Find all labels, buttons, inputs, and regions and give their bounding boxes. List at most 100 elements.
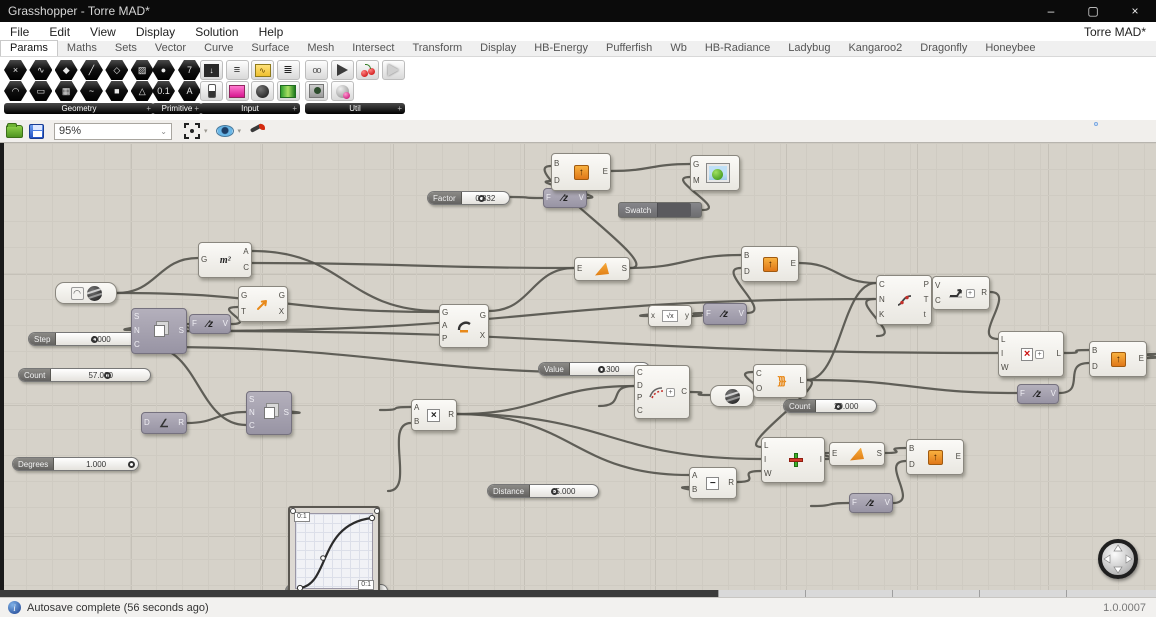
- tab-transform[interactable]: Transform: [403, 41, 471, 56]
- output-port-R[interactable]: R: [728, 479, 734, 487]
- input-port-B[interactable]: B: [554, 160, 560, 168]
- tab-hb-radiance[interactable]: HB-Radiance: [696, 41, 779, 56]
- output-port-S[interactable]: S: [284, 409, 289, 417]
- curve-icon[interactable]: ∿: [29, 60, 52, 80]
- output-port-V[interactable]: V: [885, 499, 890, 507]
- menu-display[interactable]: Display: [126, 25, 185, 39]
- expand-button[interactable]: +: [966, 289, 975, 298]
- menu-edit[interactable]: Edit: [39, 25, 80, 39]
- number-icon[interactable]: 0.1: [152, 81, 175, 101]
- expand-button[interactable]: +: [1035, 350, 1044, 359]
- input-port-D[interactable]: D: [144, 419, 150, 427]
- ellipse-icon[interactable]: ◠: [4, 81, 27, 101]
- brep-param[interactable]: [710, 385, 754, 407]
- rotate-component[interactable]: GAPGX: [439, 304, 489, 348]
- output-port-R[interactable]: R: [448, 411, 454, 419]
- output-port-C[interactable]: C: [681, 388, 687, 396]
- output-port-T[interactable]: T: [924, 296, 929, 304]
- output-port-X[interactable]: X: [279, 308, 285, 316]
- definition-canvas[interactable]: Factor0.832Step4.000Count57.000Degrees1.…: [0, 143, 1156, 597]
- no-preview-icon[interactable]: [1080, 122, 1084, 126]
- input-port-C[interactable]: C: [637, 369, 643, 377]
- input-port-I[interactable]: I: [764, 456, 772, 464]
- tab-params[interactable]: Params: [0, 40, 58, 56]
- gradient-icon[interactable]: [277, 81, 300, 101]
- input-port-E[interactable]: E: [832, 450, 837, 458]
- insert-items[interactable]: LIWI: [761, 437, 825, 483]
- input-port-x[interactable]: x: [651, 312, 655, 320]
- input-port-G[interactable]: G: [442, 309, 448, 317]
- output-port-I[interactable]: I: [820, 456, 822, 464]
- input-port-T[interactable]: T: [241, 308, 247, 316]
- zoom-level-combo[interactable]: 95% ⌄: [54, 123, 172, 140]
- value-list-icon[interactable]: ≡: [226, 60, 249, 80]
- input-port-B[interactable]: B: [692, 486, 697, 494]
- unit-z-4[interactable]: F∕zV: [1017, 384, 1059, 404]
- unit-z-5[interactable]: F∕zV: [849, 493, 893, 513]
- tab-kangaroo2[interactable]: Kangaroo2: [839, 41, 911, 56]
- input-port-F[interactable]: F: [546, 194, 551, 202]
- input-port-S[interactable]: S: [134, 313, 140, 321]
- radians-component[interactable]: D∠R: [141, 412, 187, 434]
- output-port-t[interactable]: t: [924, 311, 929, 319]
- output-port-V[interactable]: V: [579, 194, 584, 202]
- output-port-E[interactable]: E: [603, 168, 608, 176]
- brep-icon[interactable]: ■: [105, 81, 128, 101]
- output-port-L[interactable]: L: [1057, 350, 1061, 358]
- output-port-y[interactable]: y: [685, 312, 689, 320]
- chevron-down-icon[interactable]: ▾: [238, 127, 242, 135]
- open-file-icon[interactable]: [6, 125, 23, 138]
- maximize-button[interactable]: ▢: [1072, 0, 1114, 22]
- output-port-E[interactable]: E: [1139, 355, 1144, 363]
- input-port-C[interactable]: C: [879, 281, 885, 289]
- panel-icon[interactable]: [226, 81, 249, 101]
- input-port-W[interactable]: W: [1001, 364, 1009, 372]
- toggle-icon[interactable]: [200, 81, 223, 101]
- output-port-S[interactable]: S: [877, 450, 882, 458]
- tab-honeybee[interactable]: Honeybee: [976, 41, 1044, 56]
- tab-dragonfly[interactable]: Dragonfly: [911, 41, 976, 56]
- tree-icon[interactable]: [305, 81, 328, 101]
- extrude-4[interactable]: BD↑E: [906, 439, 964, 475]
- save-file-icon[interactable]: [29, 124, 44, 139]
- output-port-E[interactable]: E: [791, 260, 796, 268]
- input-port-W[interactable]: W: [764, 470, 772, 478]
- number-slider-degrees[interactable]: Degrees1.000: [12, 457, 139, 471]
- input-port-D[interactable]: D: [554, 177, 560, 185]
- preview-eye-icon[interactable]: [216, 125, 234, 137]
- input-port-C[interactable]: C: [134, 341, 140, 349]
- integer-icon[interactable]: 7: [178, 60, 201, 80]
- input-port-A[interactable]: A: [442, 322, 448, 330]
- boolean-icon[interactable]: ●: [152, 60, 175, 80]
- number-slider-count[interactable]: Count20.000: [783, 399, 877, 413]
- jump-arrow-icon[interactable]: [382, 60, 405, 80]
- number-slider-step[interactable]: Step4.000: [28, 332, 146, 346]
- twisted-box-icon[interactable]: ▨: [131, 60, 154, 80]
- input-port-B[interactable]: B: [414, 418, 419, 426]
- graph-corner-handle[interactable]: [374, 508, 380, 514]
- item-list-icon[interactable]: ≣: [277, 60, 300, 80]
- input-port-S[interactable]: S: [249, 396, 255, 404]
- output-port-X[interactable]: X: [480, 332, 486, 340]
- extrude-3[interactable]: BD↑E: [1089, 341, 1147, 377]
- line-icon[interactable]: ╱: [80, 60, 103, 80]
- input-port-V[interactable]: V: [935, 282, 941, 290]
- zoom-extents-icon[interactable]: [184, 123, 200, 139]
- mesh-icon[interactable]: ▦: [55, 81, 78, 101]
- input-port-C[interactable]: C: [249, 422, 255, 430]
- input-port-L[interactable]: L: [1001, 336, 1009, 344]
- input-port-G[interactable]: G: [201, 256, 207, 264]
- input-port-A[interactable]: A: [692, 472, 697, 480]
- colour-swatch[interactable]: Swatch: [618, 202, 702, 218]
- relay-arrow-icon[interactable]: [331, 60, 354, 80]
- output-port-R[interactable]: R: [178, 419, 184, 427]
- input-port-B[interactable]: B: [1092, 347, 1098, 355]
- menu-view[interactable]: View: [80, 25, 126, 39]
- shaded-preview-icon[interactable]: [1094, 122, 1098, 126]
- slider-track[interactable]: -5.000: [530, 485, 598, 497]
- data-dam-icon[interactable]: [331, 81, 354, 101]
- input-port-M[interactable]: M: [693, 177, 700, 185]
- output-port-A[interactable]: A: [243, 248, 249, 256]
- output-port-R[interactable]: R: [981, 289, 987, 297]
- unit-z-3[interactable]: F∕zV: [703, 303, 747, 325]
